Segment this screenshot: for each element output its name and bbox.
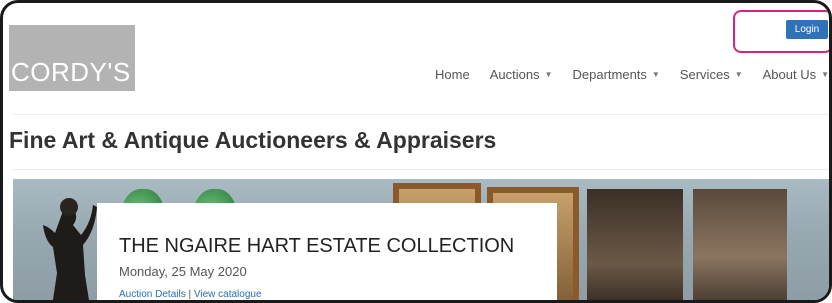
main-nav: Home Auctions ▼ Departments ▼ Services ▼ Ab… <box>435 67 829 82</box>
featured-auction-title[interactable]: THE NGAIRE HART ESTATE COLLECTION <box>119 235 514 258</box>
nav-item-services[interactable]: Services ▼ <box>680 67 743 82</box>
featured-auction-links: Auction Details | View catalogue <box>119 289 262 300</box>
tagline-divider <box>13 169 829 170</box>
nav-item-departments[interactable]: Departments ▼ <box>572 67 659 82</box>
featured-auction-date: Monday, 25 May 2020 <box>119 264 247 279</box>
chevron-down-icon: ▼ <box>734 70 743 79</box>
view-catalogue-link[interactable]: View catalogue <box>194 289 262 300</box>
bronze-statue-image <box>43 198 97 300</box>
chevron-down-icon: ▼ <box>651 70 660 79</box>
chevron-down-icon: ▼ <box>544 70 553 79</box>
login-button[interactable]: Login <box>786 20 828 39</box>
logo-text: CORDY'S <box>11 57 131 87</box>
nav-item-home[interactable]: Home <box>435 67 470 82</box>
portrait-photo-image <box>693 189 787 300</box>
nav-item-label: Services <box>679 67 730 82</box>
nav-item-about-us[interactable]: About Us ▼ <box>763 67 829 82</box>
browser-frame: CORDY'S Login Home Auctions ▼ Departments… <box>0 0 832 303</box>
page-tagline: Fine Art & Antique Auctioneers & Apprais… <box>9 127 497 153</box>
nav-item-label: Auctions <box>489 67 540 82</box>
nav-item-label: Home <box>435 67 470 82</box>
portrait-photo-image <box>587 189 683 300</box>
nav-item-label: Departments <box>572 67 647 82</box>
featured-auction-card: THE NGAIRE HART ESTATE COLLECTION Monday… <box>97 203 557 300</box>
auction-details-link[interactable]: Auction Details <box>119 289 186 300</box>
header-divider <box>13 114 829 115</box>
site-logo[interactable]: CORDY'S <box>9 25 135 91</box>
nav-item-auctions[interactable]: Auctions ▼ <box>490 67 553 82</box>
chevron-down-icon: ▼ <box>821 70 830 79</box>
link-separator: | <box>188 289 192 300</box>
nav-item-label: About Us <box>762 67 817 82</box>
